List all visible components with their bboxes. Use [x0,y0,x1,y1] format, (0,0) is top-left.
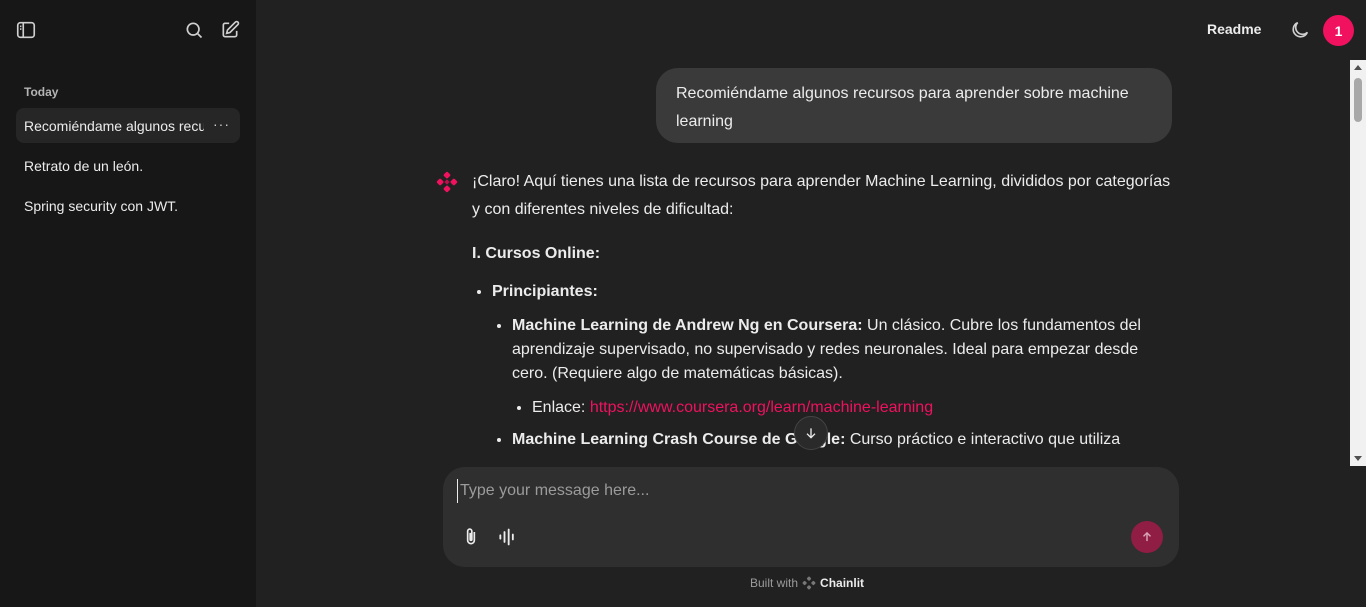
section-heading: I. Cursos Online: [472,245,601,262]
course-link[interactable]: https://www.coursera.org/learn/machine-l… [590,399,933,416]
scroll-to-bottom-button[interactable] [794,416,828,450]
send-button[interactable] [1131,521,1163,553]
built-with-label: Built with [750,576,799,590]
sidebar: Today Recomiéndame algunos recursos para… [0,0,256,607]
search-icon[interactable] [182,18,206,42]
audio-waveform-icon[interactable] [497,527,517,547]
message-input[interactable] [457,479,1117,503]
scroll-down-arrow-icon[interactable] [1354,456,1362,461]
user-message-bubble: Recomiéndame algunos recursos para apren… [656,68,1172,143]
toggle-sidebar-icon[interactable] [14,18,38,42]
thread-label: Spring security con JWT. [24,197,179,214]
chat-messages[interactable]: Recomiéndame algunos recursos para apren… [256,60,1350,466]
scroll-up-arrow-icon[interactable] [1354,65,1362,70]
arrow-up-icon [1142,531,1152,542]
chainlit-logo-icon [802,576,816,590]
user-avatar[interactable]: 1 [1323,15,1354,46]
paperclip-icon[interactable] [461,526,481,548]
thread-item[interactable]: Spring security con JWT. [16,188,240,223]
thread-item-active[interactable]: Recomiéndame algunos recursos para apren… [16,108,240,143]
message-composer [443,467,1179,567]
course-description: Curso práctico e interactivo que utiliza [845,431,1121,448]
list-item: Enlace: https://www.coursera.org/learn/m… [532,396,1172,420]
chat-scrollbar[interactable] [1350,60,1366,466]
course-title: Machine Learning de Andrew Ng en Courser… [512,317,863,334]
assistant-avatar-icon [436,171,458,193]
thread-item[interactable]: Retrato de un león. [16,148,240,183]
link-label: Enlace: [532,399,590,416]
sidebar-section-label: Today [24,85,59,99]
built-with-footer[interactable]: Built with Chainlit [750,576,864,590]
app-root: Today Recomiéndame algunos recursos para… [0,0,1366,607]
thread-label: Retrato de un león. [24,157,144,174]
level-label: Principiantes: [492,283,598,300]
assistant-intro: ¡Claro! Aquí tienes una lista de recurso… [472,173,1171,218]
new-chat-icon[interactable] [218,18,242,42]
arrow-down-icon [806,428,816,439]
list-item: Machine Learning Crash Course de Google:… [512,428,1172,452]
thread-more-icon[interactable]: ··· [213,116,230,132]
scroll-thumb[interactable] [1354,78,1362,122]
list-item: Principiantes: Machine Learning de Andre… [492,280,1172,452]
theme-toggle-moon-icon[interactable] [1289,19,1311,41]
readme-button[interactable]: Readme [1207,21,1261,37]
thread-label: Recomiéndame algunos recursos para apren… [24,117,204,134]
list-item: Machine Learning de Andrew Ng en Courser… [512,314,1172,420]
chainlit-brand: Chainlit [820,576,865,590]
